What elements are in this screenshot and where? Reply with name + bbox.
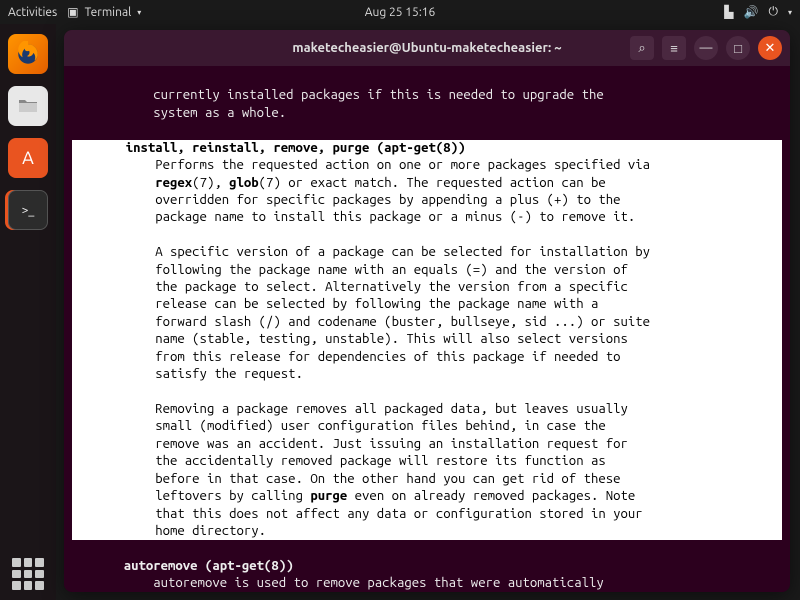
dock: A >_ [0,24,56,600]
clock[interactable]: Aug 25 15:16 [365,6,436,19]
man-text: currently installed packages if this is … [72,88,604,119]
dock-software[interactable]: A [8,138,48,178]
close-icon: ✕ [765,41,776,56]
dock-files[interactable] [8,86,48,126]
menu-button[interactable]: ≡ [662,36,686,60]
minimize-button[interactable]: — [694,36,718,60]
firefox-icon [15,41,41,67]
maximize-icon: □ [734,41,742,56]
app-menu-label: Terminal [85,6,132,19]
man-section-highlight: install, reinstall, remove, purge (apt-g… [72,140,782,541]
volume-icon[interactable]: 🔊 [744,5,759,19]
show-applications-button[interactable] [12,558,44,590]
activities-button[interactable]: Activities [8,6,57,19]
terminal-window: maketecheasier@Ubuntu-maketecheasier: ~ … [64,30,790,592]
search-button[interactable]: ⌕ [630,36,654,60]
shopping-bag-icon: A [22,148,34,168]
close-button[interactable]: ✕ [758,36,782,60]
search-icon: ⌕ [638,41,645,56]
chevron-down-icon[interactable]: ▾ [788,8,792,17]
app-menu[interactable]: ▣ Terminal ▾ [67,5,141,19]
man-text: autoremove (apt-get(8)) autoremove is us… [72,559,604,590]
dock-firefox[interactable] [8,34,48,74]
hamburger-icon: ≡ [670,41,678,56]
gnome-topbar: Activities ▣ Terminal ▾ Aug 25 15:16 ▙ 🔊… [0,0,800,24]
chevron-down-icon: ▾ [137,8,141,17]
maximize-button[interactable]: □ [726,36,750,60]
folder-icon [16,94,40,118]
power-icon[interactable]: ⏻ [768,5,778,19]
terminal-icon: ▣ [67,5,78,19]
minimize-icon: — [700,41,713,55]
network-icon[interactable]: ▙ [724,5,733,19]
titlebar[interactable]: maketecheasier@Ubuntu-maketecheasier: ~ … [64,30,790,66]
terminal-icon: >_ [22,204,35,217]
dock-terminal[interactable]: >_ [8,190,48,230]
terminal-content[interactable]: currently installed packages if this is … [64,66,790,592]
window-title: maketecheasier@Ubuntu-maketecheasier: ~ [292,41,561,55]
